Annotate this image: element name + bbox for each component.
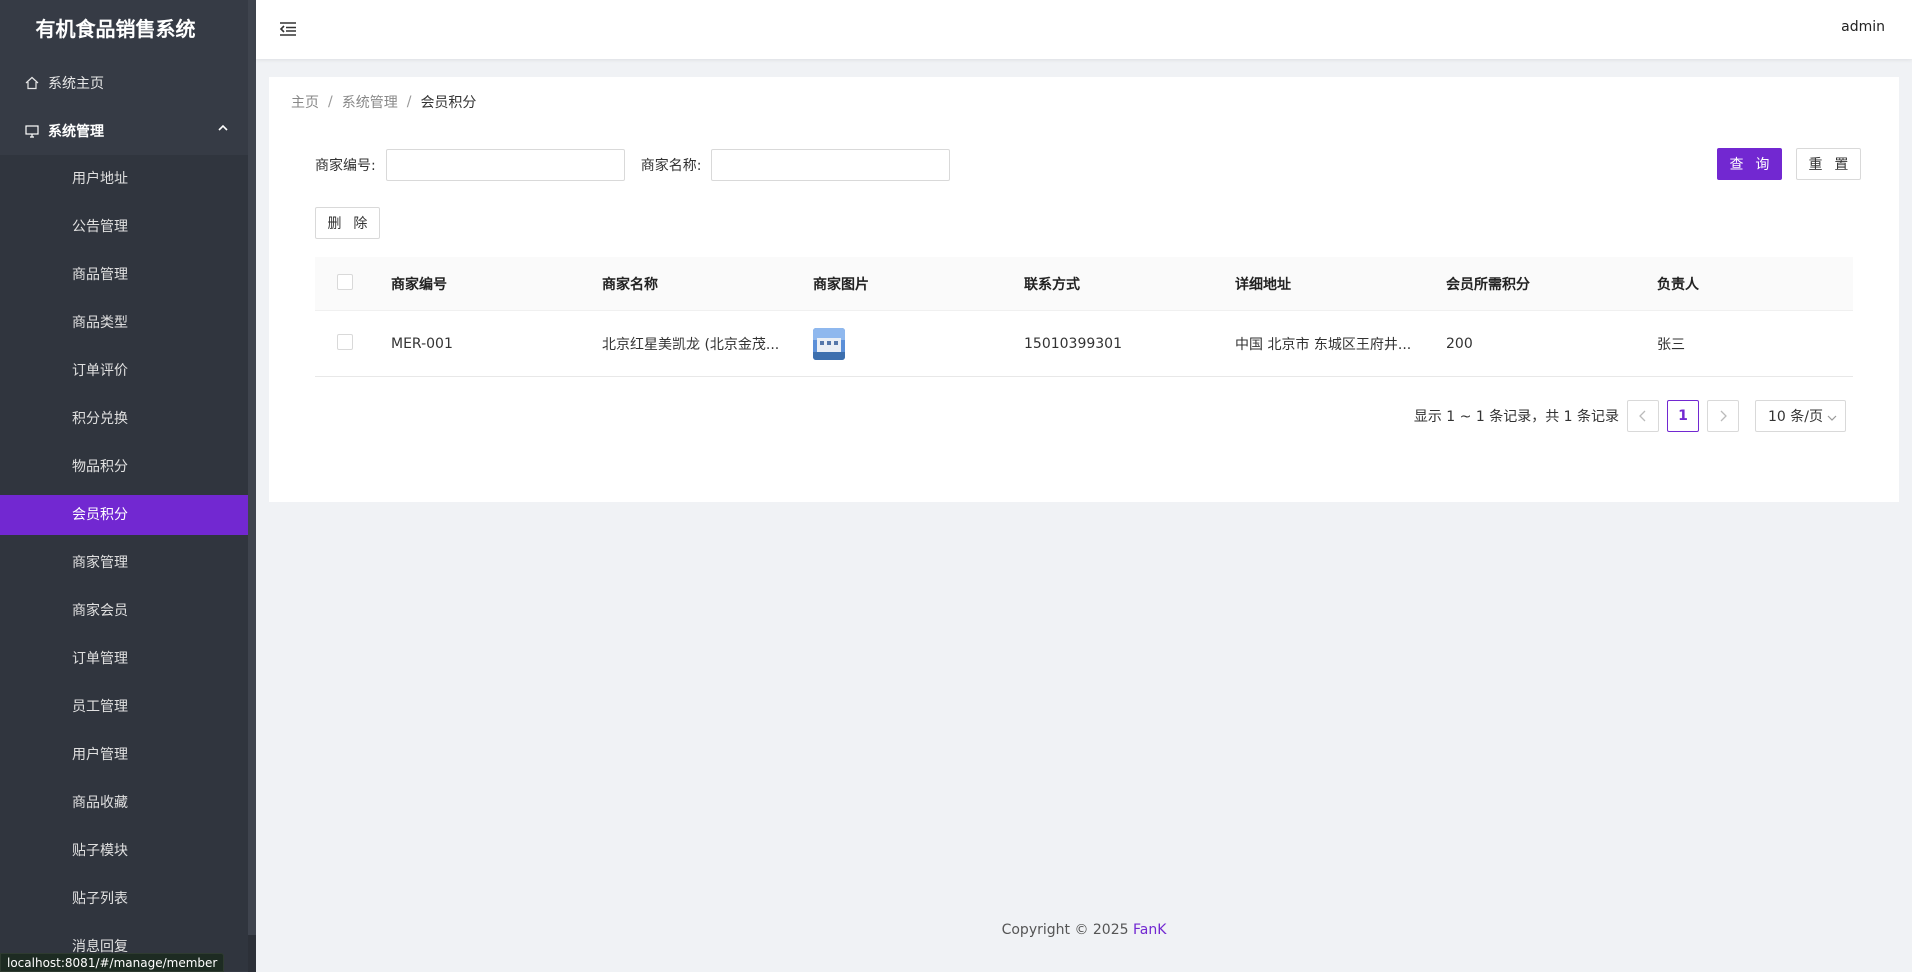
- address-cell: 中国 北京市 东城区王府井...: [1235, 336, 1412, 353]
- sidebar-item-staff[interactable]: 员工管理: [0, 683, 248, 731]
- sidebar-item-goods-type[interactable]: 商品类型: [0, 299, 248, 347]
- sidebar-item-member-points[interactable]: 会员积分: [0, 495, 248, 535]
- status-bar-url: localhost:8081/#/manage/member: [0, 953, 225, 972]
- chevron-right-icon: [1720, 410, 1727, 422]
- page-size-select[interactable]: 10 条/页: [1755, 400, 1846, 432]
- breadcrumb-system[interactable]: 系统管理: [342, 92, 398, 112]
- delete-button[interactable]: 删 除: [315, 207, 380, 239]
- breadcrumb-current: 会员积分: [420, 95, 477, 111]
- select-all-checkbox[interactable]: [337, 273, 353, 290]
- sidebar-group-label: 系统管理: [48, 124, 104, 140]
- sidebar-item-item-points[interactable]: 物品积分: [0, 443, 248, 491]
- sidebar-item-post-module[interactable]: 贴子模块: [0, 827, 248, 875]
- column-header: 联系方式: [1024, 276, 1080, 293]
- query-button[interactable]: 查 询: [1717, 148, 1782, 180]
- merchant-name-cell: 北京红星美凯龙 (北京金茂...: [602, 336, 780, 353]
- merchant-name-label: 商家名称:: [640, 158, 702, 174]
- table-header: 商家编号 商家名称 商家图片 联系方式 详细地址 会员所需积分 负责人: [315, 257, 1853, 311]
- sidebar-item-favorites[interactable]: 商品收藏: [0, 779, 248, 827]
- chevron-down-icon: [1827, 411, 1837, 427]
- user-menu[interactable]: admin: [1841, 19, 1885, 35]
- sidebar-item-notice[interactable]: 公告管理: [0, 203, 248, 251]
- sidebar-item-post-list[interactable]: 贴子列表: [0, 875, 248, 923]
- sidebar: 有机食品销售系统 系统主页 系统管理 用户地址 公告管理 商品管理 商品类型 订…: [0, 0, 256, 972]
- breadcrumb: 主页 / 系统管理 / 会员积分: [291, 92, 476, 112]
- search-form: 商家编号: 商家名称:: [315, 149, 966, 181]
- merchant-no-input[interactable]: [385, 149, 625, 181]
- content-card: 主页 / 系统管理 / 会员积分 商家编号: 商家名称: 查 询 重 置 删 除…: [269, 77, 1899, 502]
- pagination-total: 显示 1 ~ 1 条记录，共 1 条记录: [1413, 409, 1619, 425]
- merchant-no-label: 商家编号:: [315, 158, 376, 174]
- sidebar-item-user-address[interactable]: 用户地址: [0, 155, 248, 203]
- sidebar-scroll-thumb[interactable]: [248, 0, 256, 935]
- sidebar-item-user[interactable]: 用户管理: [0, 731, 248, 779]
- prev-page-button[interactable]: [1627, 400, 1659, 432]
- phone-cell: 15010399301: [1024, 335, 1122, 352]
- reset-button[interactable]: 重 置: [1796, 148, 1861, 180]
- sidebar-item-order-review[interactable]: 订单评价: [0, 347, 248, 395]
- merchant-image-thumbnail[interactable]: [813, 327, 845, 360]
- author-link[interactable]: FanK: [1133, 922, 1166, 938]
- menu-fold-icon[interactable]: [278, 19, 298, 39]
- desktop-icon: [24, 123, 40, 139]
- column-header: 商家编号: [391, 276, 447, 293]
- page-number-button[interactable]: 1: [1667, 400, 1699, 432]
- row-checkbox[interactable]: [337, 333, 353, 350]
- sidebar-item-label: 系统主页: [48, 76, 104, 92]
- copyright-text: Copyright © 2025: [1001, 922, 1129, 938]
- sidebar-item-goods[interactable]: 商品管理: [0, 251, 248, 299]
- merchant-no-cell: MER-001: [391, 335, 453, 352]
- chevron-left-icon: [1639, 410, 1646, 422]
- sidebar-submenu: 用户地址 公告管理 商品管理 商品类型 订单评价 积分兑换 物品积分 会员积分 …: [0, 155, 248, 971]
- member-points-table: 商家编号 商家名称 商家图片 联系方式 详细地址 会员所需积分 负责人 MER-…: [315, 257, 1853, 377]
- chevron-up-icon: [218, 124, 228, 135]
- sidebar-item-home[interactable]: 系统主页: [0, 59, 248, 107]
- breadcrumb-home[interactable]: 主页: [291, 92, 319, 112]
- home-icon: [24, 75, 40, 91]
- select-all-cell: [315, 273, 391, 294]
- points-cell: 200: [1446, 335, 1473, 352]
- sidebar-item-merchant[interactable]: 商家管理: [0, 539, 248, 587]
- app-title: 有机食品销售系统: [35, 17, 196, 41]
- page-size-value: 10 条/页: [1768, 409, 1823, 425]
- breadcrumb-separator: /: [328, 94, 333, 110]
- column-header: 商家名称: [602, 276, 658, 293]
- table-row[interactable]: MER-001 北京红星美凯龙 (北京金茂... 15010399301 中国 …: [315, 311, 1853, 377]
- sidebar-item-points-exchange[interactable]: 积分兑换: [0, 395, 248, 443]
- top-header: admin: [256, 0, 1912, 59]
- footer: Copyright © 2025 FanK: [256, 922, 1912, 938]
- column-header: 详细地址: [1235, 276, 1291, 293]
- column-header: 商家图片: [813, 276, 869, 293]
- column-header: 会员所需积分: [1446, 276, 1530, 293]
- next-page-button[interactable]: [1707, 400, 1739, 432]
- breadcrumb-separator: /: [406, 94, 412, 110]
- merchant-name-input[interactable]: [711, 149, 951, 181]
- row-select-cell: [315, 333, 391, 354]
- manager-cell: 张三: [1657, 336, 1685, 353]
- sidebar-item-order[interactable]: 订单管理: [0, 635, 248, 683]
- sidebar-item-merchant-member[interactable]: 商家会员: [0, 587, 248, 635]
- sidebar-scrollbar[interactable]: [248, 0, 256, 972]
- merchant-image-cell: [813, 327, 1024, 360]
- column-header: 负责人: [1657, 276, 1699, 293]
- sidebar-group-system[interactable]: 系统管理: [0, 107, 248, 155]
- pagination: 显示 1 ~ 1 条记录，共 1 条记录 1 10 条/页: [1414, 400, 1846, 432]
